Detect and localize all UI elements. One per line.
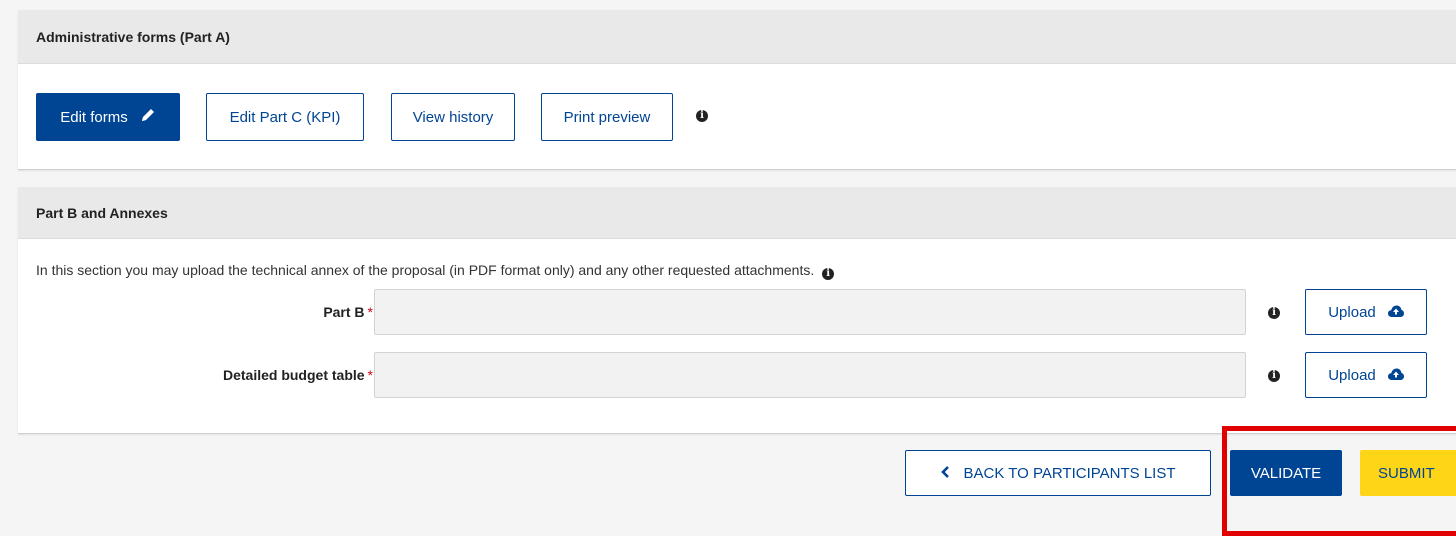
part-b-description-text: In this section you may upload the techn… xyxy=(36,262,815,278)
part-b-panel: Part B and Annexes In this section you m… xyxy=(18,187,1456,434)
back-to-participants-button[interactable]: BACK TO PARTICIPANTS LIST xyxy=(905,450,1211,496)
budget-table-field-label: Detailed budget table * xyxy=(223,367,373,383)
budget-table-file-field[interactable] xyxy=(374,352,1246,398)
view-history-button[interactable]: View history xyxy=(391,93,515,141)
back-label: BACK TO PARTICIPANTS LIST xyxy=(963,464,1176,482)
chevron-left-icon xyxy=(940,465,950,482)
edit-forms-label: Edit forms xyxy=(60,108,128,126)
required-marker: * xyxy=(367,304,373,320)
print-preview-button[interactable]: Print preview xyxy=(541,93,673,141)
upload-label: Upload xyxy=(1328,303,1376,321)
pencil-icon xyxy=(140,107,156,127)
validate-button[interactable]: VALIDATE xyxy=(1230,450,1342,496)
cloud-upload-icon xyxy=(1387,367,1404,384)
edit-forms-button[interactable]: Edit forms xyxy=(36,93,180,141)
cloud-upload-icon xyxy=(1387,304,1404,321)
info-icon[interactable]: i xyxy=(696,110,708,122)
budget-table-label-text: Detailed budget table xyxy=(222,367,365,383)
required-marker: * xyxy=(367,367,373,383)
submit-button[interactable]: SUBMIT xyxy=(1360,450,1456,496)
upload-part-b-button[interactable]: Upload xyxy=(1305,289,1427,335)
part-b-description: In this section you may upload the techn… xyxy=(36,262,835,280)
part-a-panel: Administrative forms (Part A) Edit forms… xyxy=(18,10,1456,170)
info-icon[interactable]: i xyxy=(1268,307,1280,319)
info-icon[interactable]: i xyxy=(1268,370,1280,382)
part-b-label-text: Part B xyxy=(323,304,365,320)
part-a-header: Administrative forms (Part A) xyxy=(18,10,1456,64)
part-b-field-label: Part B * xyxy=(323,304,373,320)
info-icon[interactable]: i xyxy=(822,268,835,280)
part-b-header: Part B and Annexes xyxy=(18,187,1456,239)
edit-part-c-button[interactable]: Edit Part C (KPI) xyxy=(206,93,364,141)
upload-budget-table-button[interactable]: Upload xyxy=(1305,352,1427,398)
part-b-file-field[interactable] xyxy=(374,289,1246,335)
upload-label: Upload xyxy=(1328,366,1376,384)
